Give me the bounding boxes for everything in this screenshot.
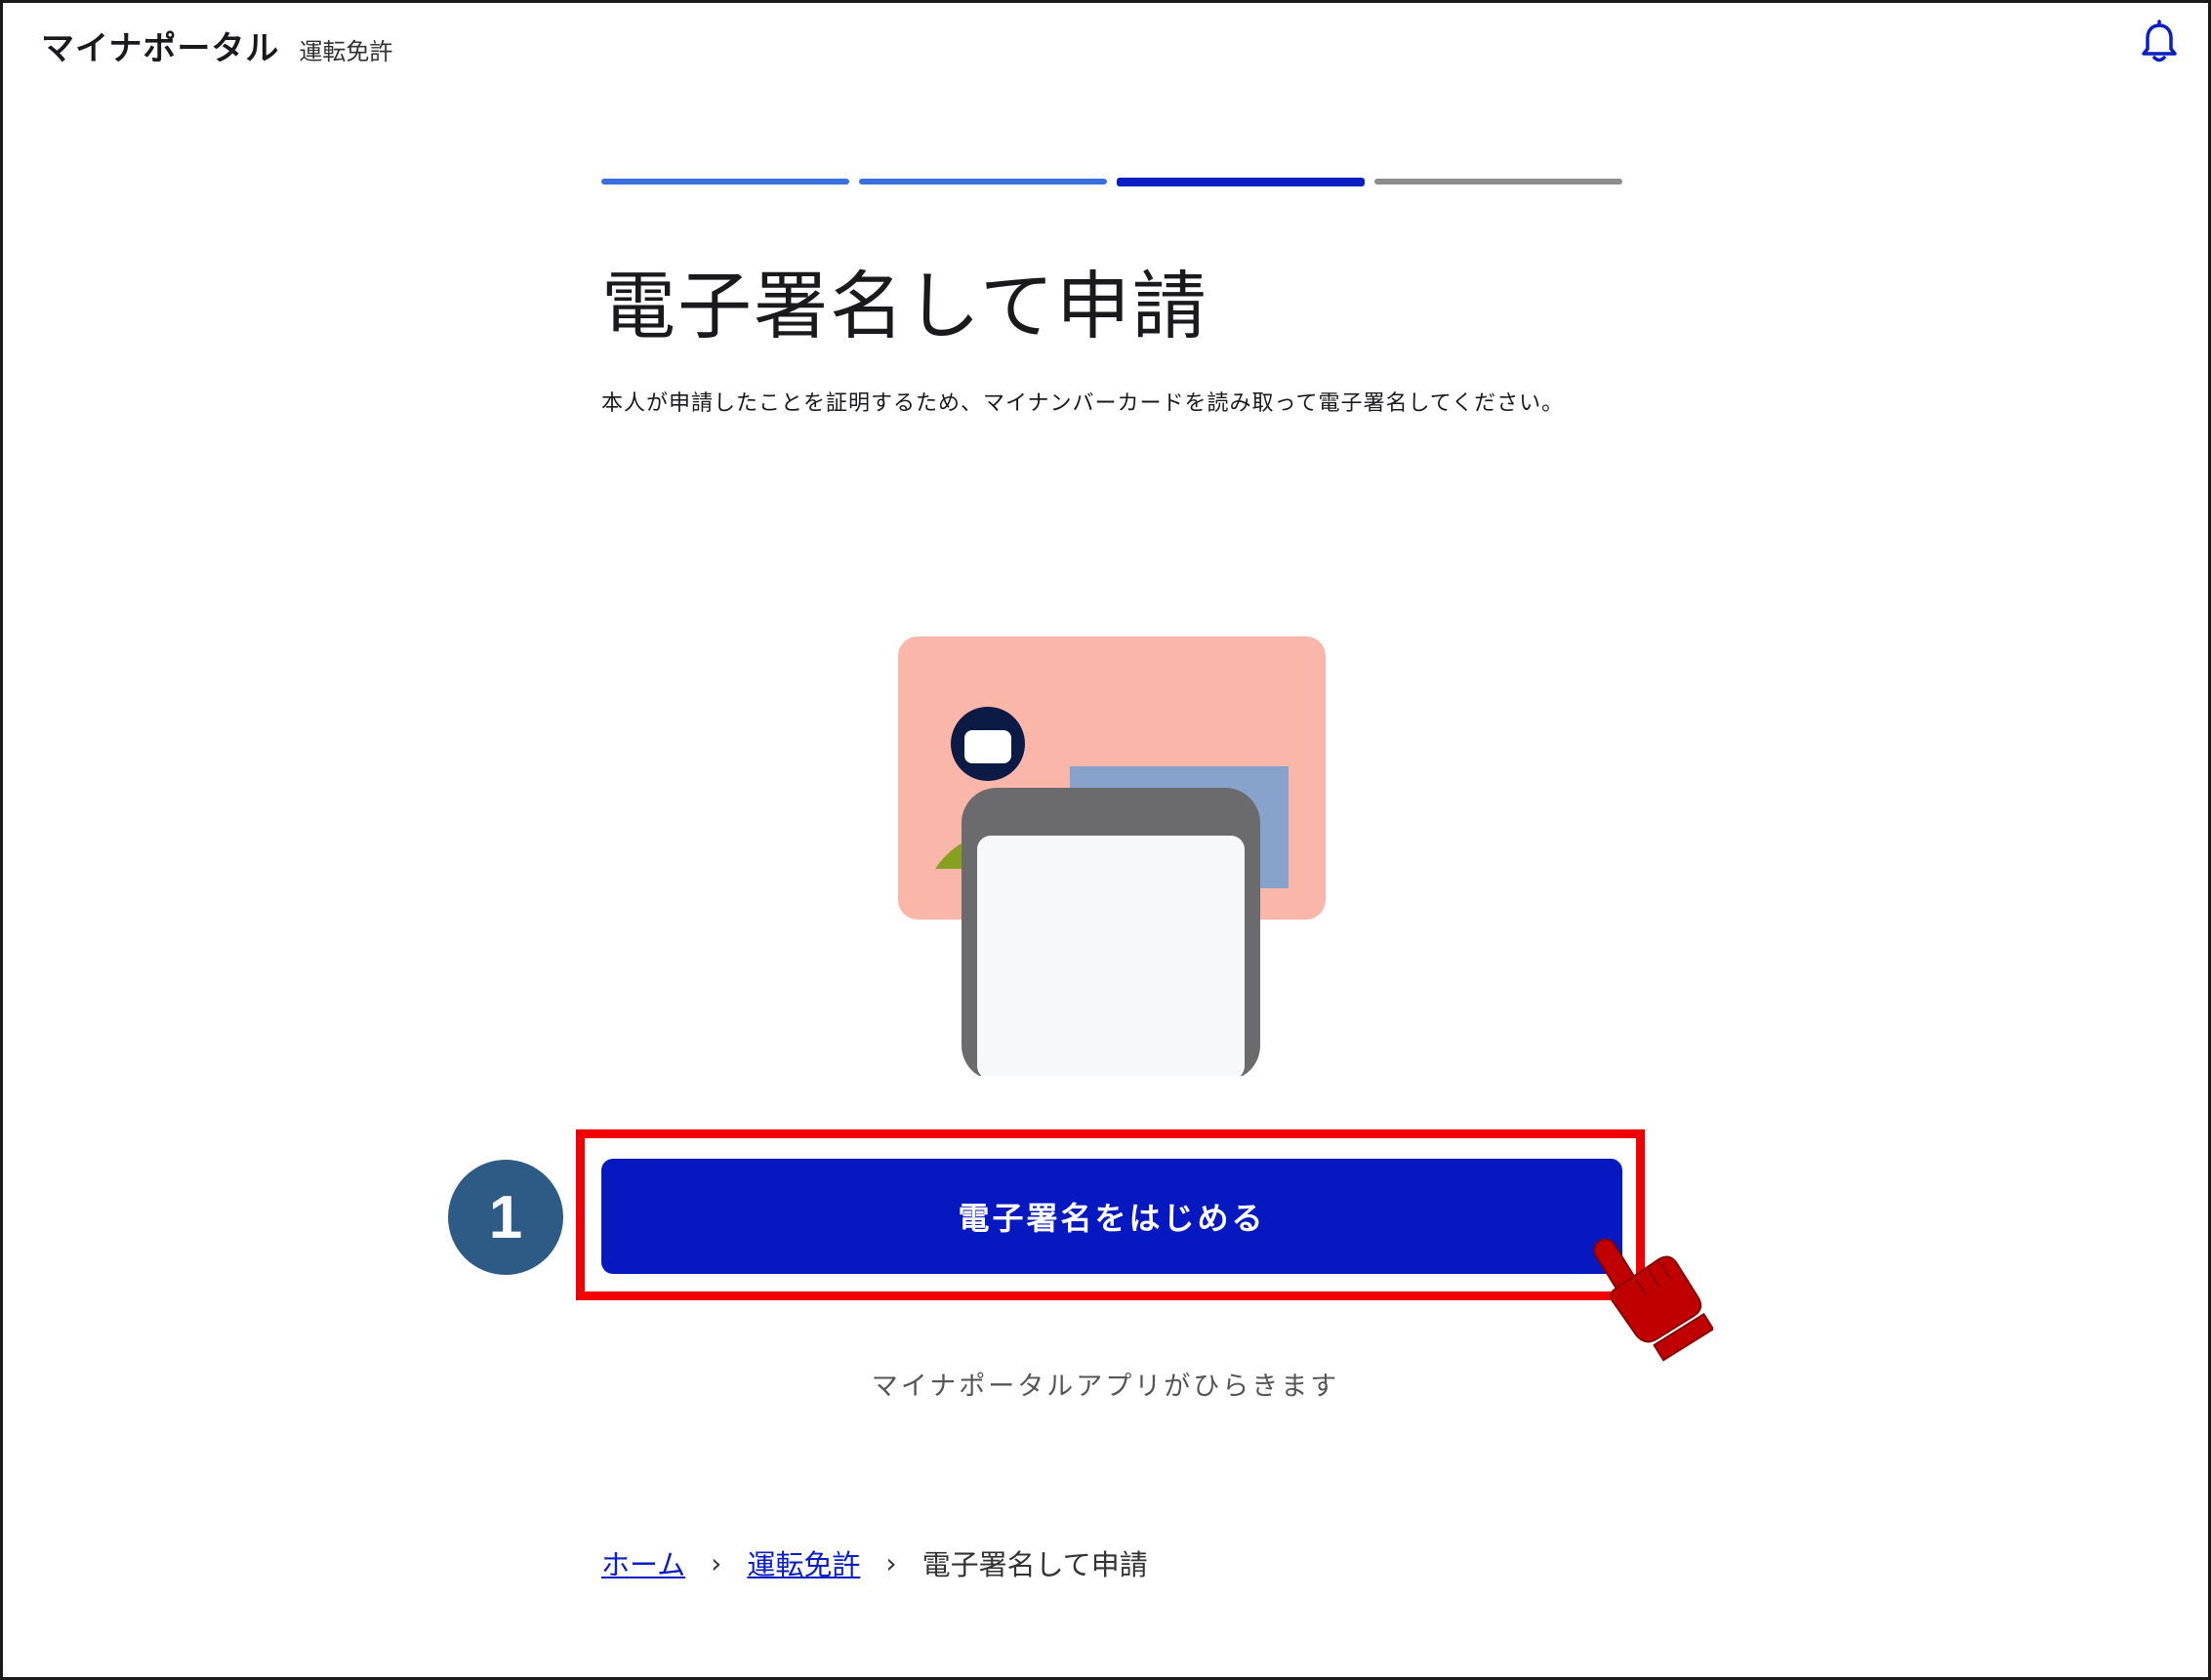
chevron-right-icon: › <box>885 1546 897 1579</box>
page-description: 本人が申請したことを証明するため、マイナンバーカードを読み取って電子署名してくだ… <box>601 391 1565 416</box>
card-and-phone-illustration <box>898 635 1328 1081</box>
progress-stepper <box>601 178 1622 186</box>
app-title[interactable]: マイナポータル <box>41 21 279 69</box>
breadcrumb-license-link[interactable]: 運転免許 <box>747 1542 860 1583</box>
step-3-indicator <box>1117 178 1365 186</box>
button-note: マイナポータルアプリがひらきます <box>871 1372 1340 1402</box>
start-signature-button[interactable]: 電子署名をはじめる <box>601 1159 1622 1274</box>
chevron-right-icon: › <box>711 1546 722 1579</box>
step-4-indicator <box>1374 179 1622 184</box>
header-brand: マイナポータル 運転免許 <box>41 21 392 69</box>
step-1-indicator <box>601 179 849 184</box>
app-subtitle: 運転免許 <box>299 38 393 65</box>
annotation-step-number: 1 <box>448 1160 563 1275</box>
hand-pointer-icon <box>1576 1215 1715 1367</box>
step-2-indicator <box>859 179 1107 184</box>
breadcrumb-current: 電子署名して申請 <box>921 1548 1148 1581</box>
breadcrumb-home-link[interactable]: ホーム <box>601 1542 685 1583</box>
bell-icon[interactable] <box>2136 20 2183 66</box>
page-title: 電子署名して申請 <box>601 263 1208 349</box>
breadcrumb: ホーム › 運転免許 › 電子署名して申請 <box>601 1542 1148 1583</box>
